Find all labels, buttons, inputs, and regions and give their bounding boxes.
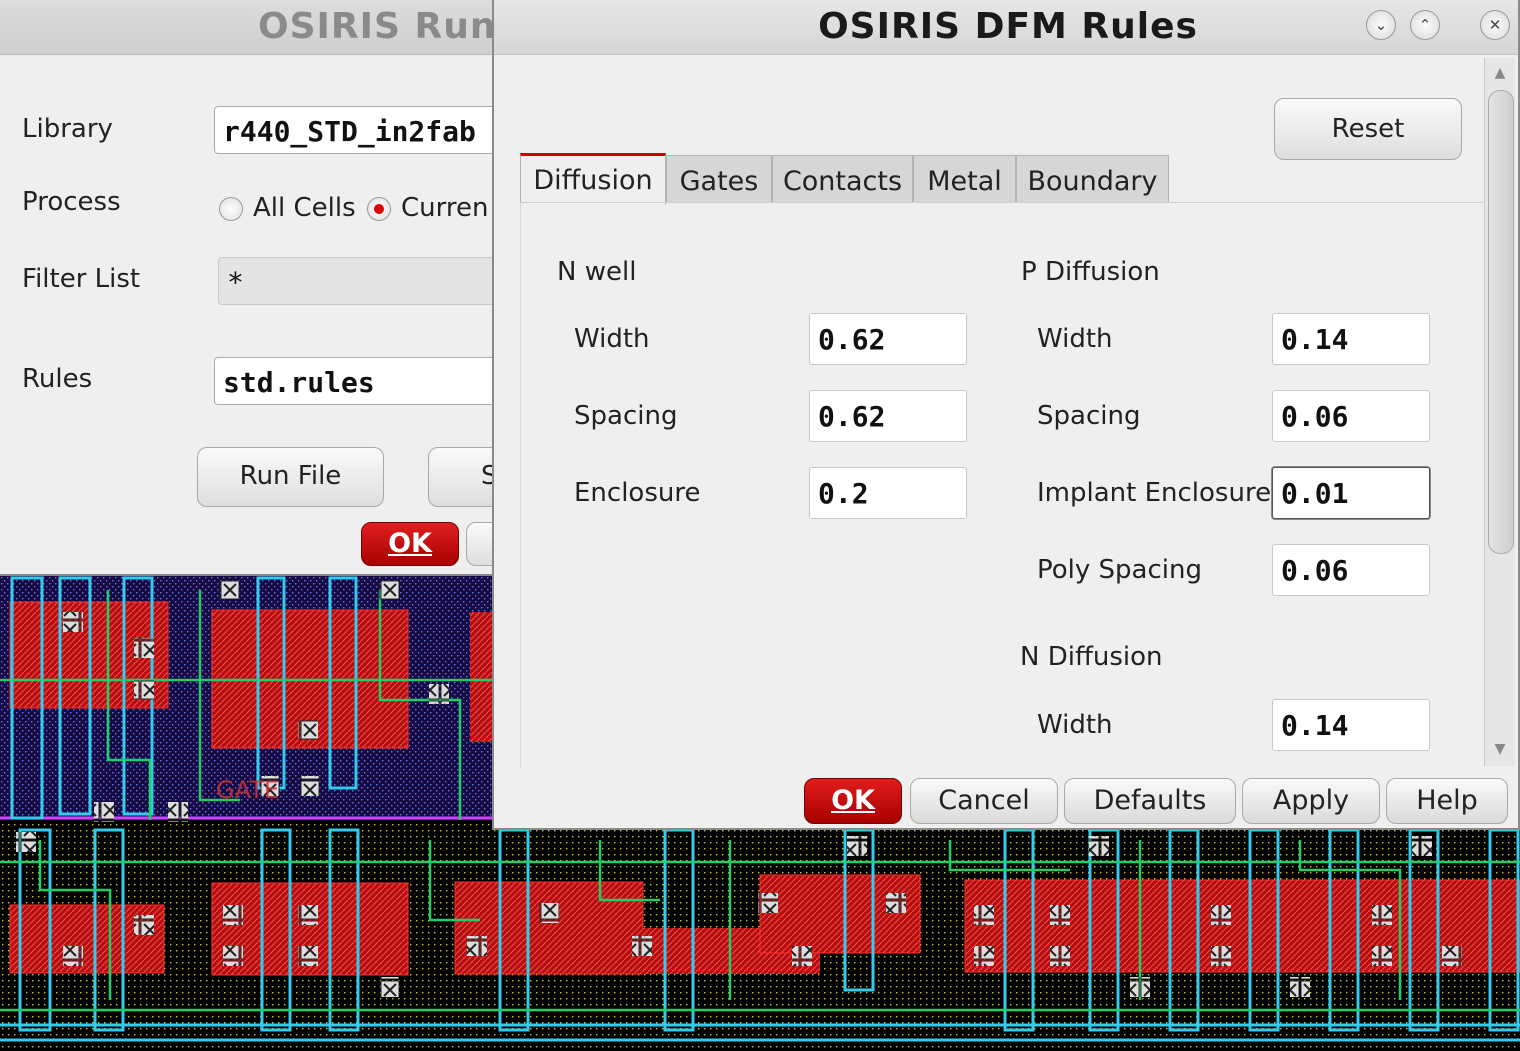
dfm-ok-button[interactable]: OK (804, 778, 902, 824)
n-diffusion-heading: N Diffusion (1020, 642, 1163, 672)
p-diff-spacing-label: Spacing (1037, 401, 1141, 431)
dfm-titlebar[interactable]: OSIRIS DFM Rules ⌄ ⌃ ✕ (494, 0, 1518, 55)
n-diff-width-label: Width (1037, 710, 1113, 740)
scroll-thumb[interactable] (1488, 90, 1514, 554)
dfm-apply-button[interactable]: Apply (1242, 778, 1380, 824)
dfm-cancel-button[interactable]: Cancel (910, 778, 1058, 824)
run-ok-button[interactable]: OK (361, 522, 459, 566)
dfm-defaults-button[interactable]: Defaults (1064, 778, 1236, 824)
minimize-icon[interactable]: ⌄ (1366, 10, 1396, 40)
n-well-enclosure-input[interactable]: 0.2 (809, 467, 967, 519)
diffusion-panel: N well Width 0.62 Spacing 0.62 Enclosure… (520, 202, 1483, 769)
p-diffusion-heading: P Diffusion (1021, 257, 1160, 287)
rules-field[interactable]: std.rules (214, 357, 514, 405)
p-diff-poly-spacing-input[interactable]: 0.06 (1272, 544, 1430, 596)
p-diff-width-input[interactable]: 0.14 (1272, 313, 1430, 365)
n-well-spacing-input[interactable]: 0.62 (809, 390, 967, 442)
run-file-button[interactable]: Run File (197, 447, 384, 507)
radio-current-label: Curren (401, 193, 489, 223)
radio-all-cells-label: All Cells (253, 193, 356, 223)
library-label: Library (22, 114, 113, 144)
library-field[interactable]: r440_STD_in2fab (214, 106, 514, 154)
radio-all-cells[interactable] (219, 197, 243, 221)
tab-metal[interactable]: Metal (913, 155, 1016, 203)
scroll-down-icon[interactable]: ▼ (1489, 738, 1511, 760)
filter-list-field[interactable]: * (218, 257, 518, 305)
radio-current[interactable] (367, 197, 391, 221)
p-diff-width-label: Width (1037, 324, 1113, 354)
p-diff-implant-enclosure-label: Implant Enclosure (1037, 478, 1272, 508)
vertical-scrollbar[interactable]: ▲ ▼ (1484, 58, 1515, 766)
tab-boundary[interactable]: Boundary (1016, 155, 1169, 203)
reset-button[interactable]: Reset (1274, 98, 1462, 160)
p-diff-poly-spacing-label: Poly Spacing (1037, 555, 1202, 585)
n-well-width-label: Width (574, 324, 650, 354)
process-label: Process (22, 187, 121, 217)
run-window-title: OSIRIS Run (258, 6, 497, 47)
gate-label: GATE (216, 776, 279, 804)
close-icon[interactable]: ✕ (1480, 10, 1510, 40)
p-diff-implant-enclosure-input[interactable]: 0.01 (1272, 467, 1430, 519)
n-well-width-input[interactable]: 0.62 (809, 313, 967, 365)
rules-label: Rules (22, 364, 93, 394)
dfm-help-button[interactable]: Help (1386, 778, 1508, 824)
n-well-heading: N well (557, 257, 637, 287)
osiris-run-window: OSIRIS Run Library r440_STD_in2fab Proce… (0, 0, 548, 576)
tab-gates[interactable]: Gates (666, 155, 772, 203)
tab-contacts[interactable]: Contacts (772, 155, 913, 203)
run-titlebar[interactable]: OSIRIS Run (0, 0, 500, 55)
n-well-enclosure-label: Enclosure (574, 478, 701, 508)
n-diff-width-input[interactable]: 0.14 (1272, 699, 1430, 751)
filter-list-label: Filter List (22, 264, 141, 294)
maximize-icon[interactable]: ⌃ (1410, 10, 1440, 40)
scroll-up-icon[interactable]: ▲ (1489, 62, 1511, 84)
dfm-rules-dialog: OSIRIS DFM Rules ⌄ ⌃ ✕ Reset Diffusion G… (492, 0, 1520, 830)
p-diff-spacing-input[interactable]: 0.06 (1272, 390, 1430, 442)
tab-diffusion[interactable]: Diffusion (520, 153, 666, 205)
n-well-spacing-label: Spacing (574, 401, 678, 431)
